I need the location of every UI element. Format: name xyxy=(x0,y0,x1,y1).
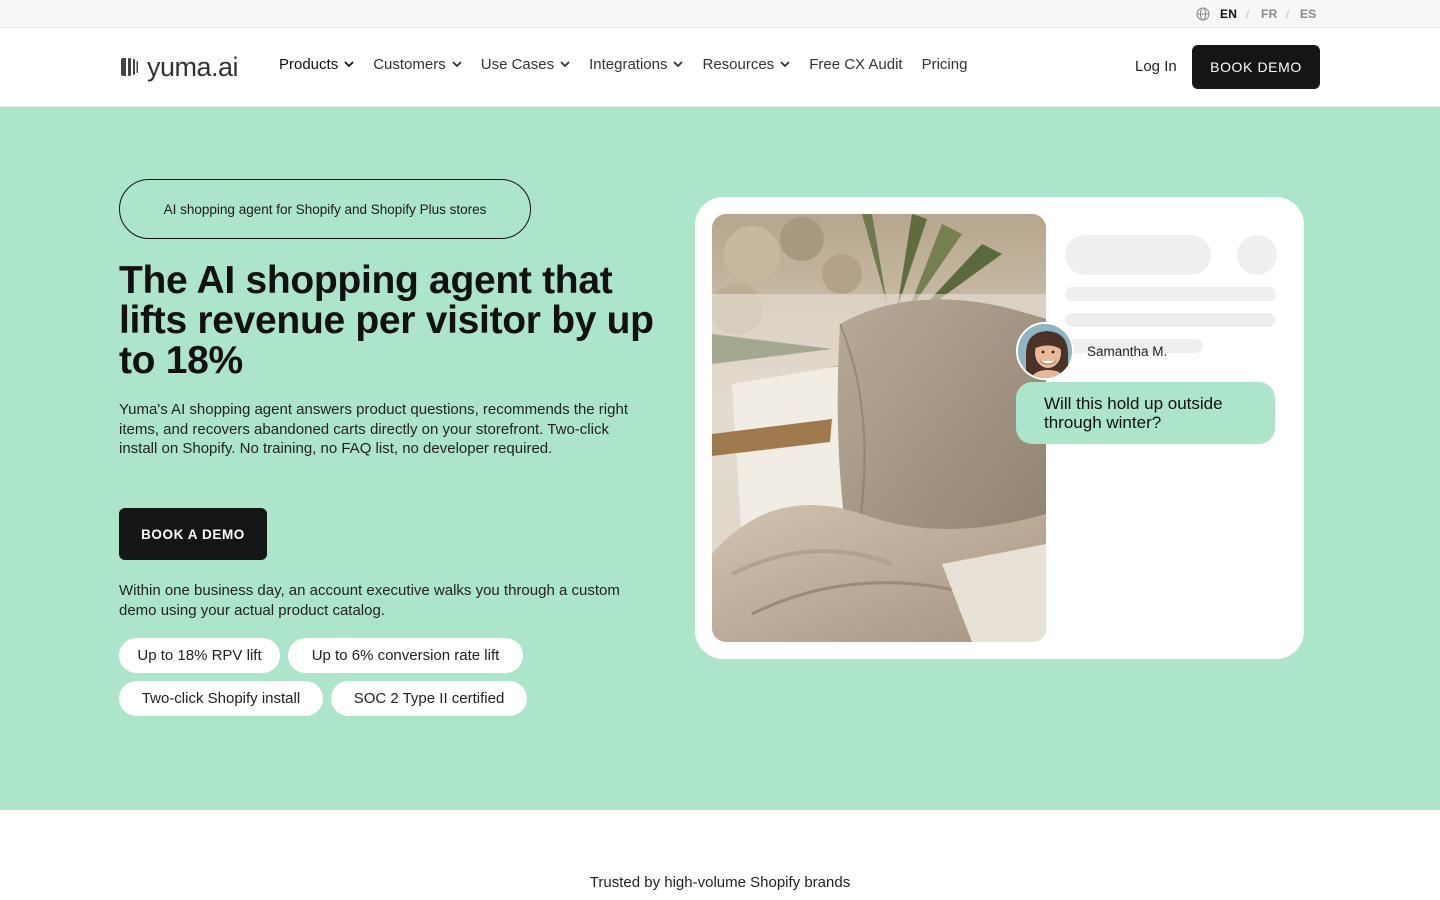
skeleton-circle xyxy=(1237,235,1277,275)
hero-section: AI shopping agent for Shopify and Shopif… xyxy=(0,107,1440,810)
skeleton-line xyxy=(1065,287,1276,301)
chat-sender-name: Samantha M. xyxy=(1087,344,1168,359)
chevron-down-icon xyxy=(452,61,462,68)
book-a-demo-button[interactable]: BOOK A DEMO xyxy=(119,508,267,560)
site-header: yuma.ai Products Customers Use Cases Int… xyxy=(0,28,1440,107)
feature-chip: Up to 18% RPV lift xyxy=(119,638,280,673)
product-photo xyxy=(712,214,1046,642)
nav-label: Customers xyxy=(373,56,446,73)
nav-customers[interactable]: Customers xyxy=(373,56,462,73)
lang-fr[interactable]: FR xyxy=(1261,7,1278,21)
nav-resources[interactable]: Resources xyxy=(702,56,790,73)
book-demo-button[interactable]: BOOK DEMO xyxy=(1192,45,1320,89)
cushion-image xyxy=(712,214,1046,642)
nav-integrations[interactable]: Integrations xyxy=(589,56,684,73)
lang-en[interactable]: EN xyxy=(1220,7,1237,21)
nav-label: Use Cases xyxy=(480,56,555,73)
hero-tag: AI shopping agent for Shopify and Shopif… xyxy=(119,179,531,239)
lang-es[interactable]: ES xyxy=(1300,7,1317,21)
logo-mark-icon xyxy=(121,58,138,76)
feature-chip: Two-click Shopify install xyxy=(119,681,323,716)
lang-separator: / xyxy=(1246,7,1250,21)
chevron-down-icon xyxy=(560,61,570,68)
feature-chip: SOC 2 Type II certified xyxy=(331,681,527,716)
logo[interactable]: yuma.ai xyxy=(119,51,239,83)
nav-label: Integrations xyxy=(589,56,668,73)
nav-products[interactable]: Products xyxy=(279,56,354,73)
skeleton-bar xyxy=(1065,235,1211,275)
login-link[interactable]: Log In xyxy=(1135,58,1177,75)
chevron-down-icon xyxy=(673,61,684,68)
nav-pricing[interactable]: Pricing xyxy=(922,56,968,73)
nav-label: Free CX Audit xyxy=(809,56,903,73)
hero-note: Within one business day, an account exec… xyxy=(119,582,620,619)
hero-title: The AI shopping agent that lifts revenue… xyxy=(119,259,654,382)
nav-label: Products xyxy=(279,56,339,73)
hero-description: Yuma's AI shopping agent answers product… xyxy=(119,401,628,457)
nav-label: Pricing xyxy=(921,56,968,73)
chat-bubble: Will this hold up outside through winter… xyxy=(1016,382,1275,444)
chevron-down-icon xyxy=(344,61,354,68)
globe-icon xyxy=(1196,7,1210,21)
logo-text: yuma.ai xyxy=(147,51,239,82)
avatar xyxy=(1016,322,1074,380)
nav-label: Resources xyxy=(702,56,775,73)
nav-use-cases[interactable]: Use Cases xyxy=(481,56,570,73)
main-nav: Products Customers Use Cases Integration… xyxy=(279,56,986,73)
nav-free-cx-audit[interactable]: Free CX Audit xyxy=(809,56,902,73)
trusted-heading: Trusted by high-volume Shopify brands xyxy=(589,874,851,891)
skeleton-line xyxy=(1065,313,1276,327)
lang-separator: / xyxy=(1286,7,1290,21)
language-bar: EN / FR / ES xyxy=(0,0,1440,28)
feature-chip: Up to 6% conversion rate lift xyxy=(288,638,523,673)
chevron-down-icon xyxy=(780,61,790,68)
